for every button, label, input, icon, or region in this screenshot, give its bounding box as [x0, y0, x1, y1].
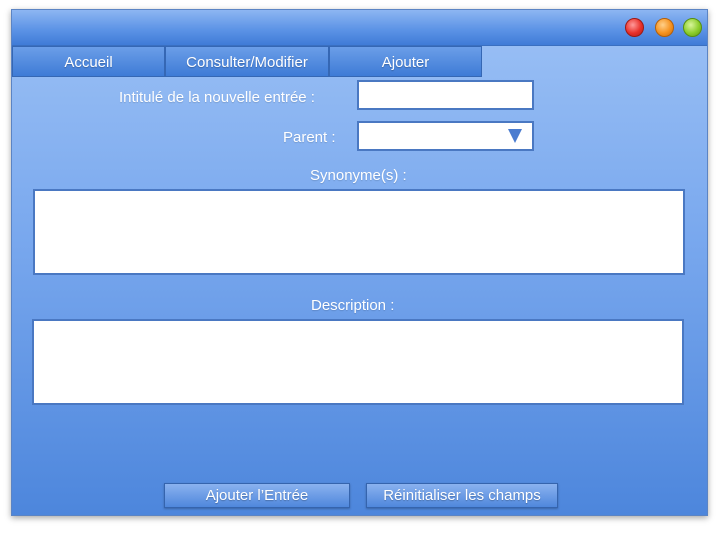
title-bar: [12, 10, 707, 46]
synonyms-textarea[interactable]: [33, 189, 685, 275]
description-textarea[interactable]: [32, 319, 684, 405]
app-window: Accueil Consulter/Modifier Ajouter Intit…: [11, 9, 708, 516]
dropdown-arrow-icon[interactable]: [508, 129, 522, 143]
reset-fields-button[interactable]: Réinitialiser les champs: [366, 483, 558, 508]
tab-bar: Accueil Consulter/Modifier Ajouter: [12, 46, 707, 78]
add-entry-button[interactable]: Ajouter l’Entrée: [164, 483, 350, 508]
zoom-icon[interactable]: [683, 18, 702, 37]
close-icon[interactable]: [625, 18, 644, 37]
minimize-icon[interactable]: [655, 18, 674, 37]
tab-accueil[interactable]: Accueil: [12, 46, 165, 77]
title-field-label: Intitulé de la nouvelle entrée :: [119, 89, 315, 106]
tab-ajouter[interactable]: Ajouter: [329, 46, 482, 77]
description-label: Description :: [311, 297, 395, 314]
tab-consulter-modifier[interactable]: Consulter/Modifier: [165, 46, 329, 77]
parent-select[interactable]: [357, 121, 534, 151]
synonyms-label: Synonyme(s) :: [310, 167, 407, 184]
parent-field-label: Parent :: [283, 129, 336, 146]
title-input[interactable]: [357, 80, 534, 110]
